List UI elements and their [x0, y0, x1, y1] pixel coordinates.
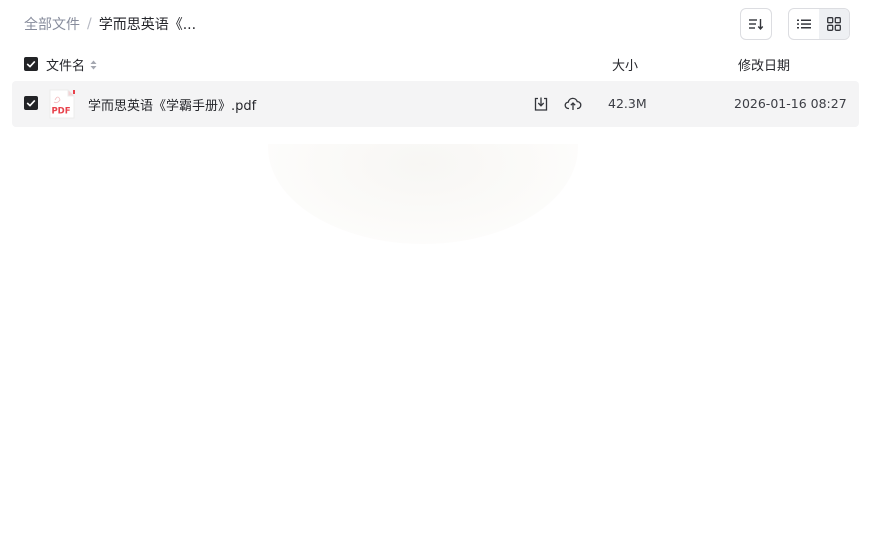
- checkmark-icon: [26, 60, 36, 68]
- column-header-name-label: 文件名: [46, 59, 86, 74]
- file-modified-date: 2026-01-16 08:27: [734, 96, 847, 111]
- background-decoration: [268, 144, 578, 244]
- table-row[interactable]: PDF 学而思英语《学霸手册》.pdf 42.3M 2026-01-16 08:…: [12, 81, 859, 127]
- list-view-icon: [797, 19, 811, 29]
- download-icon: [534, 97, 548, 111]
- sort-icon: [749, 19, 764, 31]
- select-all-checkbox[interactable]: [24, 57, 38, 71]
- breadcrumb: 全部文件 / 学而思英语《...: [24, 14, 196, 34]
- save-to-cloud-button[interactable]: [564, 95, 582, 113]
- cloud-upload-icon: [564, 97, 582, 110]
- pdf-icon-label: PDF: [51, 107, 70, 117]
- checkmark-icon: [26, 99, 36, 107]
- file-browser: 全部文件 / 学而思英语《... 文件名 大小 修改日期 PDF 学而思英语《学…: [0, 0, 874, 538]
- breadcrumb-separator: /: [87, 16, 92, 32]
- row-checkbox[interactable]: [24, 96, 38, 110]
- table-header: 文件名 大小 修改日期: [0, 52, 874, 76]
- sort-button[interactable]: [740, 8, 772, 40]
- breadcrumb-current-folder: 学而思英语《...: [98, 17, 197, 33]
- breadcrumb-root-link[interactable]: 全部文件: [24, 14, 80, 34]
- sort-toggle-icon: [90, 60, 97, 70]
- grid-view-button[interactable]: [819, 9, 849, 39]
- file-name[interactable]: 学而思英语《学霸手册》.pdf: [88, 95, 256, 114]
- list-view-button[interactable]: [789, 9, 819, 39]
- column-header-date: 修改日期: [738, 59, 791, 74]
- column-header-size: 大小: [612, 59, 639, 74]
- pdf-file-icon: PDF: [48, 89, 76, 119]
- grid-view-icon: [827, 17, 841, 31]
- download-button[interactable]: [532, 95, 550, 113]
- column-header-name[interactable]: 文件名: [46, 55, 97, 74]
- view-mode-switch: [788, 8, 850, 40]
- file-size: 42.3M: [608, 96, 647, 111]
